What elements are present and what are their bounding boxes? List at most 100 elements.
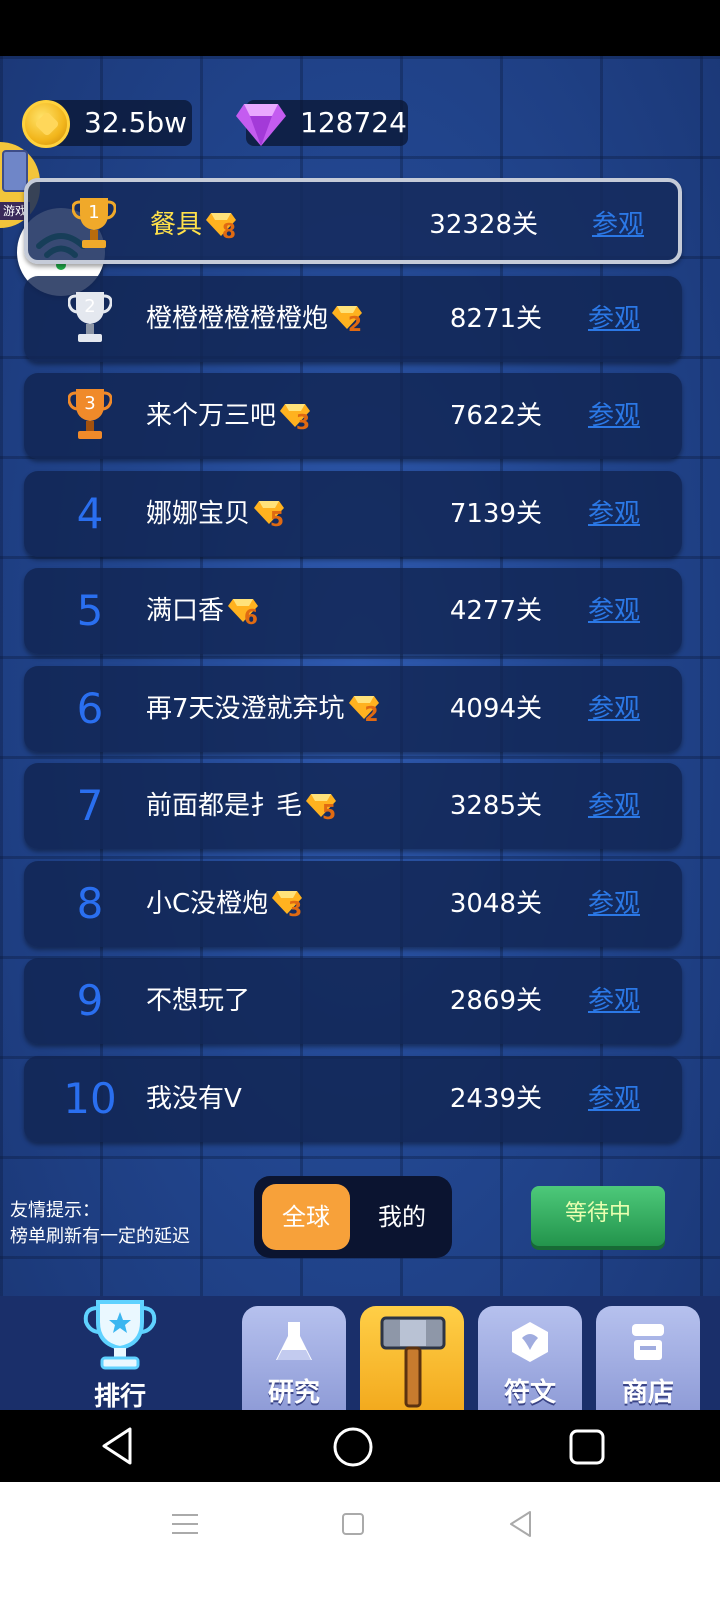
tip-line2: 榜单刷新有一定的延迟 (10, 1226, 190, 1247)
player-name: 不想玩了 (146, 986, 251, 1016)
leaderboard-row: 2 橙橙橙橙橙橙炮 2 8271关 参观 (24, 275, 682, 362)
flask-icon (276, 1322, 312, 1360)
nav-ranking-label: 排行 (93, 1382, 146, 1412)
bottom-nav: 排行 研究 符文 商店 (0, 1296, 720, 1416)
player-score: 3048关 (449, 888, 542, 919)
nav-shop[interactable]: 商店 (596, 1306, 700, 1416)
leaderboard-row: 6 再7天没澄就弃坑 2 4094关 参观 (24, 665, 682, 752)
rank-number: 8 (76, 878, 104, 928)
shop-icon (632, 1324, 664, 1360)
player-name-cell: 娜娜宝贝 5 (146, 471, 288, 557)
vip-badge: 3 (272, 889, 306, 919)
player-score: 32328关 (429, 210, 538, 240)
leaderboard-row: 5 满口香 6 4277关 参观 (24, 568, 682, 654)
leaderboard-row: 7 前面都是扌毛 5 3285关 参观 (24, 763, 682, 849)
vip-level: 3 (296, 409, 310, 434)
nav-research[interactable]: 研究 (242, 1306, 346, 1416)
hammer-icon (380, 1316, 446, 1408)
coin-value: 32.5bw (84, 106, 188, 139)
player-score: 2439关 (449, 1083, 542, 1114)
player-name-cell: 不想玩了 (146, 958, 250, 1044)
nav-runes[interactable]: 符文 (478, 1306, 582, 1416)
visit-link[interactable]: 参观 (588, 861, 640, 947)
leaderboard-row: 4 娜娜宝贝 5 7139关 参观 (24, 470, 682, 557)
game-screen: 32.5bw 128724 游戏 1 餐具 8 32328关 参观 2 橙橙橙橙橙橙炮 2 82… (0, 56, 720, 1439)
diamond-icon (236, 104, 286, 146)
player-name-cell: 餐具 8 (150, 182, 240, 268)
top-status-bar (0, 0, 720, 56)
waiting-button[interactable]: 等待中 (531, 1186, 665, 1246)
vip-level: 5 (322, 799, 336, 824)
secondary-nav-bar (0, 1482, 720, 1600)
leaderboard-row: 10 我没有V 2439关 参观 (24, 1055, 682, 1142)
vip-badge: 8 (206, 211, 240, 241)
player-score: 7139关 (449, 498, 542, 529)
toggle-mine[interactable]: 我的 (358, 1184, 446, 1250)
rank-number: 5 (76, 586, 104, 635)
player-name-cell: 我没有V (146, 1056, 242, 1142)
vip-level: 8 (222, 218, 236, 243)
gem-value: 128724 (300, 106, 407, 139)
player-score: 4277关 (449, 596, 542, 626)
back-triangle-icon[interactable] (508, 1510, 534, 1538)
leaderboard-row: 1 餐具 8 32328关 参观 (24, 178, 682, 264)
nav-shop-label: 商店 (621, 1378, 674, 1408)
player-name: 餐具 (150, 210, 203, 240)
rank-number: 9 (76, 976, 104, 1025)
nav-forge[interactable] (360, 1306, 464, 1416)
player-score: 7622关 (449, 401, 542, 431)
rank-number: 7 (76, 781, 104, 830)
vip-badge: 3 (280, 402, 314, 432)
player-name-cell: 小C没橙炮 3 (146, 861, 306, 947)
toggle-global[interactable]: 全球 (262, 1184, 350, 1250)
leaderboard-row: 9 不想玩了 2869关 参观 (24, 958, 682, 1044)
visit-link[interactable]: 参观 (588, 471, 640, 557)
leaderboard-row: 3 来个万三吧 3 7622关 参观 (24, 373, 682, 459)
vip-badge: 2 (332, 304, 366, 334)
square-icon[interactable] (341, 1512, 365, 1536)
visit-link[interactable]: 参观 (588, 568, 640, 654)
leaderboard-row: 8 小C没橙炮 3 3048关 参观 (24, 860, 682, 947)
visit-link[interactable]: 参观 (588, 958, 640, 1044)
home-icon[interactable] (332, 1426, 374, 1468)
player-score: 8271关 (449, 303, 542, 334)
recents-icon[interactable] (568, 1428, 606, 1466)
rank-number: 10 (63, 1073, 117, 1123)
vip-level: 5 (270, 507, 284, 531)
player-name-cell: 满口香 6 (146, 568, 262, 654)
nav-research-label: 研究 (267, 1378, 320, 1408)
vip-badge: 5 (254, 499, 288, 529)
visit-link[interactable]: 参观 (592, 182, 644, 268)
tip-line1: 友情提示： (10, 1200, 100, 1221)
vip-level: 3 (288, 897, 303, 921)
vip-badge: 2 (348, 694, 383, 724)
player-name: 再7天没澄就弃坑 (146, 693, 345, 724)
vip-badge: 6 (228, 597, 262, 627)
player-name-cell: 来个万三吧 3 (146, 373, 314, 459)
back-icon[interactable] (100, 1426, 136, 1466)
player-name: 来个万三吧 (146, 401, 277, 431)
visit-link[interactable]: 参观 (588, 1056, 640, 1142)
player-score: 2869关 (449, 986, 542, 1016)
trophy-icon (83, 1300, 157, 1370)
coin-icon (22, 100, 70, 148)
rank-number: 2 (84, 295, 96, 317)
system-nav-bar (0, 1410, 720, 1482)
rank-number: 3 (84, 393, 96, 414)
nav-runes-label: 符文 (503, 1378, 556, 1408)
visit-link[interactable]: 参观 (588, 373, 640, 459)
visit-link[interactable]: 参观 (588, 666, 640, 752)
visit-link[interactable]: 参观 (588, 763, 640, 849)
menu-icon[interactable] (172, 1512, 198, 1536)
visit-link[interactable]: 参观 (588, 276, 640, 362)
tip-text: 友情提示： 榜单刷新有一定的延迟 (10, 1198, 190, 1250)
nav-ranking[interactable]: 排行 (70, 1296, 170, 1416)
vip-badge: 5 (306, 792, 340, 822)
player-name: 橙橙橙橙橙橙炮 (146, 303, 329, 334)
player-name: 满口香 (146, 596, 225, 626)
rank-number: 4 (76, 488, 104, 538)
vip-level: 2 (348, 312, 362, 336)
player-name: 娜娜宝贝 (146, 498, 251, 529)
player-name: 我没有V (146, 1083, 242, 1114)
rune-icon (512, 1322, 548, 1362)
